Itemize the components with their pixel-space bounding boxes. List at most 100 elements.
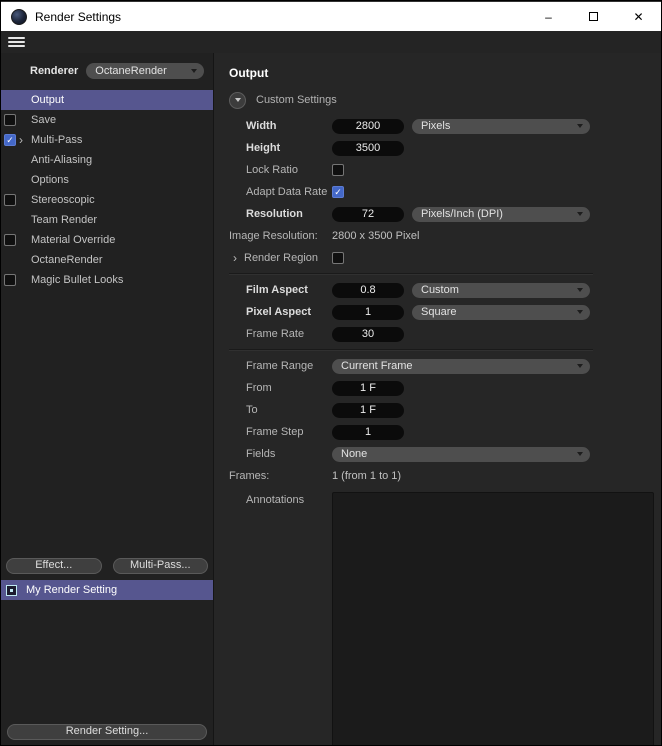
pixel-aspect-row: Pixel Aspect Square [229, 301, 593, 323]
chevron-right-icon[interactable]: › [233, 251, 237, 265]
frame-rate-row: Frame Rate [229, 323, 593, 345]
settings-category-list: Output Save ✓ › Multi-Pass Anti-Aliasing [1, 90, 213, 290]
to-input[interactable] [332, 402, 404, 418]
film-aspect-input[interactable] [332, 282, 404, 298]
sidebar-item-save[interactable]: Save [1, 110, 213, 130]
width-row: Width Pixels [229, 115, 593, 137]
maximize-button[interactable] [571, 2, 616, 31]
fields-row: Fields None [229, 443, 593, 465]
resolution-unit-dropdown[interactable]: Pixels/Inch (DPI) [412, 206, 590, 222]
pixel-aspect-dropdown[interactable]: Square [412, 304, 590, 320]
render-settings-window: Render Settings – ✕ Renderer OctaneRende… [0, 0, 662, 746]
render-preset-name: My Render Setting [26, 584, 118, 596]
dropdown-arrow-icon [577, 451, 583, 456]
title-bar: Render Settings – ✕ [1, 1, 661, 31]
adapt-data-rate-row: Adapt Data Rate ✓ [229, 181, 593, 203]
sidebar-item-output[interactable]: Output [1, 90, 213, 110]
sidebar-item-label: Output [31, 94, 65, 106]
renderer-dropdown[interactable]: OctaneRender [86, 63, 205, 79]
hamburger-menu-icon[interactable] [8, 37, 25, 47]
resolution-input[interactable] [332, 206, 404, 222]
frame-step-row: Frame Step [229, 421, 593, 443]
film-aspect-row: Film Aspect Custom [229, 279, 593, 301]
frame-range-row: Frame Range Current Frame [229, 355, 593, 377]
effect-button[interactable]: Effect... [6, 558, 102, 574]
render-preset-row[interactable]: My Render Setting [1, 580, 213, 600]
frames-value: 1 (from 1 to 1) [332, 470, 402, 482]
sidebar-item-anti-aliasing[interactable]: Anti-Aliasing [1, 150, 213, 170]
height-input[interactable] [332, 140, 404, 156]
render-setting-button[interactable]: Render Setting... [7, 724, 207, 740]
pixel-aspect-input[interactable] [332, 304, 404, 320]
frame-range-dropdown-value: Current Frame [341, 359, 413, 372]
material-override-checkbox[interactable] [4, 234, 16, 246]
frame-rate-input[interactable] [332, 326, 404, 342]
sidebar-item-multi-pass[interactable]: ✓ › Multi-Pass [1, 130, 213, 150]
dropdown-arrow-icon [577, 123, 583, 128]
custom-settings-row: Custom Settings [229, 91, 661, 109]
close-icon: ✕ [633, 9, 644, 24]
sidebar-item-options[interactable]: Options [1, 170, 213, 190]
fields-dropdown[interactable]: None [332, 446, 590, 462]
chevron-right-icon[interactable]: › [19, 134, 31, 146]
annotations-textarea[interactable] [332, 492, 654, 745]
frames-row: Frames: 1 (from 1 to 1) [229, 465, 593, 487]
frame-step-input[interactable] [332, 424, 404, 440]
app-icon [11, 8, 27, 25]
sidebar-item-stereoscopic[interactable]: Stereoscopic [1, 190, 213, 210]
height-label: Height [246, 142, 281, 154]
sidebar-item-label: OctaneRender [31, 254, 103, 266]
from-row: From [229, 377, 593, 399]
sidebar-item-label: Save [31, 114, 57, 126]
save-checkbox[interactable] [4, 114, 16, 126]
stereoscopic-checkbox[interactable] [4, 194, 16, 206]
resolution-unit-value: Pixels/Inch (DPI) [421, 207, 503, 220]
sidebar-item-material-override[interactable]: Material Override [1, 230, 213, 250]
sidebar-button-row: Effect... Multi-Pass... [6, 558, 208, 574]
annotations-row: Annotations [229, 492, 654, 745]
frame-range-label: Frame Range [246, 360, 314, 372]
close-button[interactable]: ✕ [616, 2, 661, 31]
render-preset-icon [6, 584, 17, 596]
render-region-checkbox[interactable] [332, 252, 344, 264]
render-region-label-text: Render Region [244, 252, 318, 264]
lock-ratio-checkbox[interactable] [332, 164, 344, 176]
width-unit-dropdown[interactable]: Pixels [412, 118, 590, 134]
sidebar-item-label: Team Render [31, 214, 98, 226]
sidebar-item-label: Magic Bullet Looks [31, 274, 124, 286]
width-input[interactable] [332, 118, 404, 134]
menu-bar [1, 31, 661, 53]
custom-settings-preset-button[interactable] [229, 91, 246, 109]
content-area: Renderer OctaneRender Output Save ✓ › Mu… [1, 53, 661, 745]
film-aspect-dropdown[interactable]: Custom [412, 282, 590, 298]
lock-ratio-label: Lock Ratio [246, 164, 298, 176]
frames-label: Frames: [229, 470, 270, 482]
multi-pass-checkbox[interactable]: ✓ [4, 134, 16, 146]
minimize-icon: – [545, 9, 552, 24]
magic-bullet-looks-checkbox[interactable] [4, 274, 16, 286]
renderer-label: Renderer [30, 65, 79, 77]
output-form: Width Pixels Height [229, 115, 654, 745]
from-label: From [246, 382, 272, 394]
sidebar-item-magic-bullet-looks[interactable]: Magic Bullet Looks [1, 270, 213, 290]
dropdown-arrow-icon [577, 211, 583, 216]
page-title: Output [229, 66, 269, 80]
sidebar-item-octanerender[interactable]: OctaneRender [1, 250, 213, 270]
multi-pass-button[interactable]: Multi-Pass... [112, 558, 208, 574]
custom-settings-label: Custom Settings [256, 94, 337, 106]
annotations-label: Annotations [246, 494, 305, 506]
frame-range-dropdown[interactable]: Current Frame [332, 358, 590, 374]
sidebar: Renderer OctaneRender Output Save ✓ › Mu… [1, 53, 214, 745]
image-resolution-row: Image Resolution: 2800 x 3500 Pixel [229, 225, 593, 247]
from-input[interactable] [332, 380, 404, 396]
adapt-data-rate-checkbox[interactable]: ✓ [332, 186, 344, 198]
window-title: Render Settings [35, 9, 122, 24]
frame-rate-label: Frame Rate [246, 328, 305, 340]
sidebar-item-team-render[interactable]: Team Render [1, 210, 213, 230]
height-row: Height [229, 137, 593, 159]
minimize-button[interactable]: – [526, 2, 571, 31]
pixel-aspect-dropdown-value: Square [421, 305, 457, 318]
render-region-row: › Render Region [229, 247, 593, 269]
lock-ratio-row: Lock Ratio [229, 159, 593, 181]
pixel-aspect-label: Pixel Aspect [246, 306, 312, 318]
